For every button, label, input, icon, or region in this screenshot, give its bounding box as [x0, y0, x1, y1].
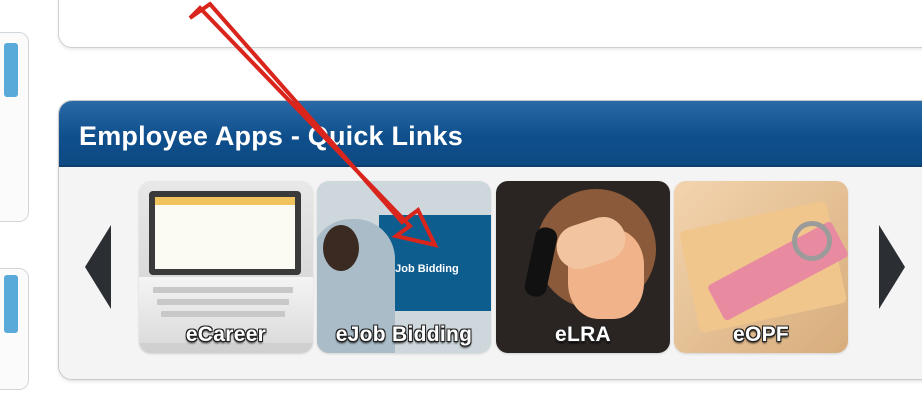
left-panel-fragment-top — [0, 32, 29, 222]
top-panel-fragment — [58, 0, 922, 48]
widget-title: Employee Apps - Quick Links — [79, 121, 463, 151]
tile-label-eopf: eOPF — [732, 323, 790, 346]
carousel-next-icon[interactable] — [879, 225, 905, 309]
tile-ecareer[interactable]: eCareer — [139, 181, 313, 353]
tile-ejob-bidding[interactable]: eJob Bidding eJob Bidding — [317, 181, 491, 353]
left-panel-fragment-bottom — [0, 268, 29, 390]
carousel-prev-icon[interactable] — [85, 225, 111, 309]
tile-label-elra: eLRA — [554, 323, 612, 346]
tile-label-ejob-bidding: eJob Bidding — [335, 323, 473, 346]
tile-label-ecareer: eCareer — [185, 323, 267, 346]
left-tab-top[interactable] — [4, 43, 18, 97]
carousel: eCareer eJob Bidding eJob Bidding eLRA e… — [59, 167, 922, 379]
quick-links-widget: Employee Apps - Quick Links eCareer eJob… — [58, 100, 922, 380]
widget-header: Employee Apps - Quick Links — [59, 101, 922, 167]
left-tab-bottom[interactable] — [4, 275, 18, 333]
tile-elra[interactable]: eLRA — [496, 181, 670, 353]
tile-inner-text: eJob Bidding — [389, 263, 459, 275]
tile-eopf[interactable]: eOPF — [674, 181, 848, 353]
